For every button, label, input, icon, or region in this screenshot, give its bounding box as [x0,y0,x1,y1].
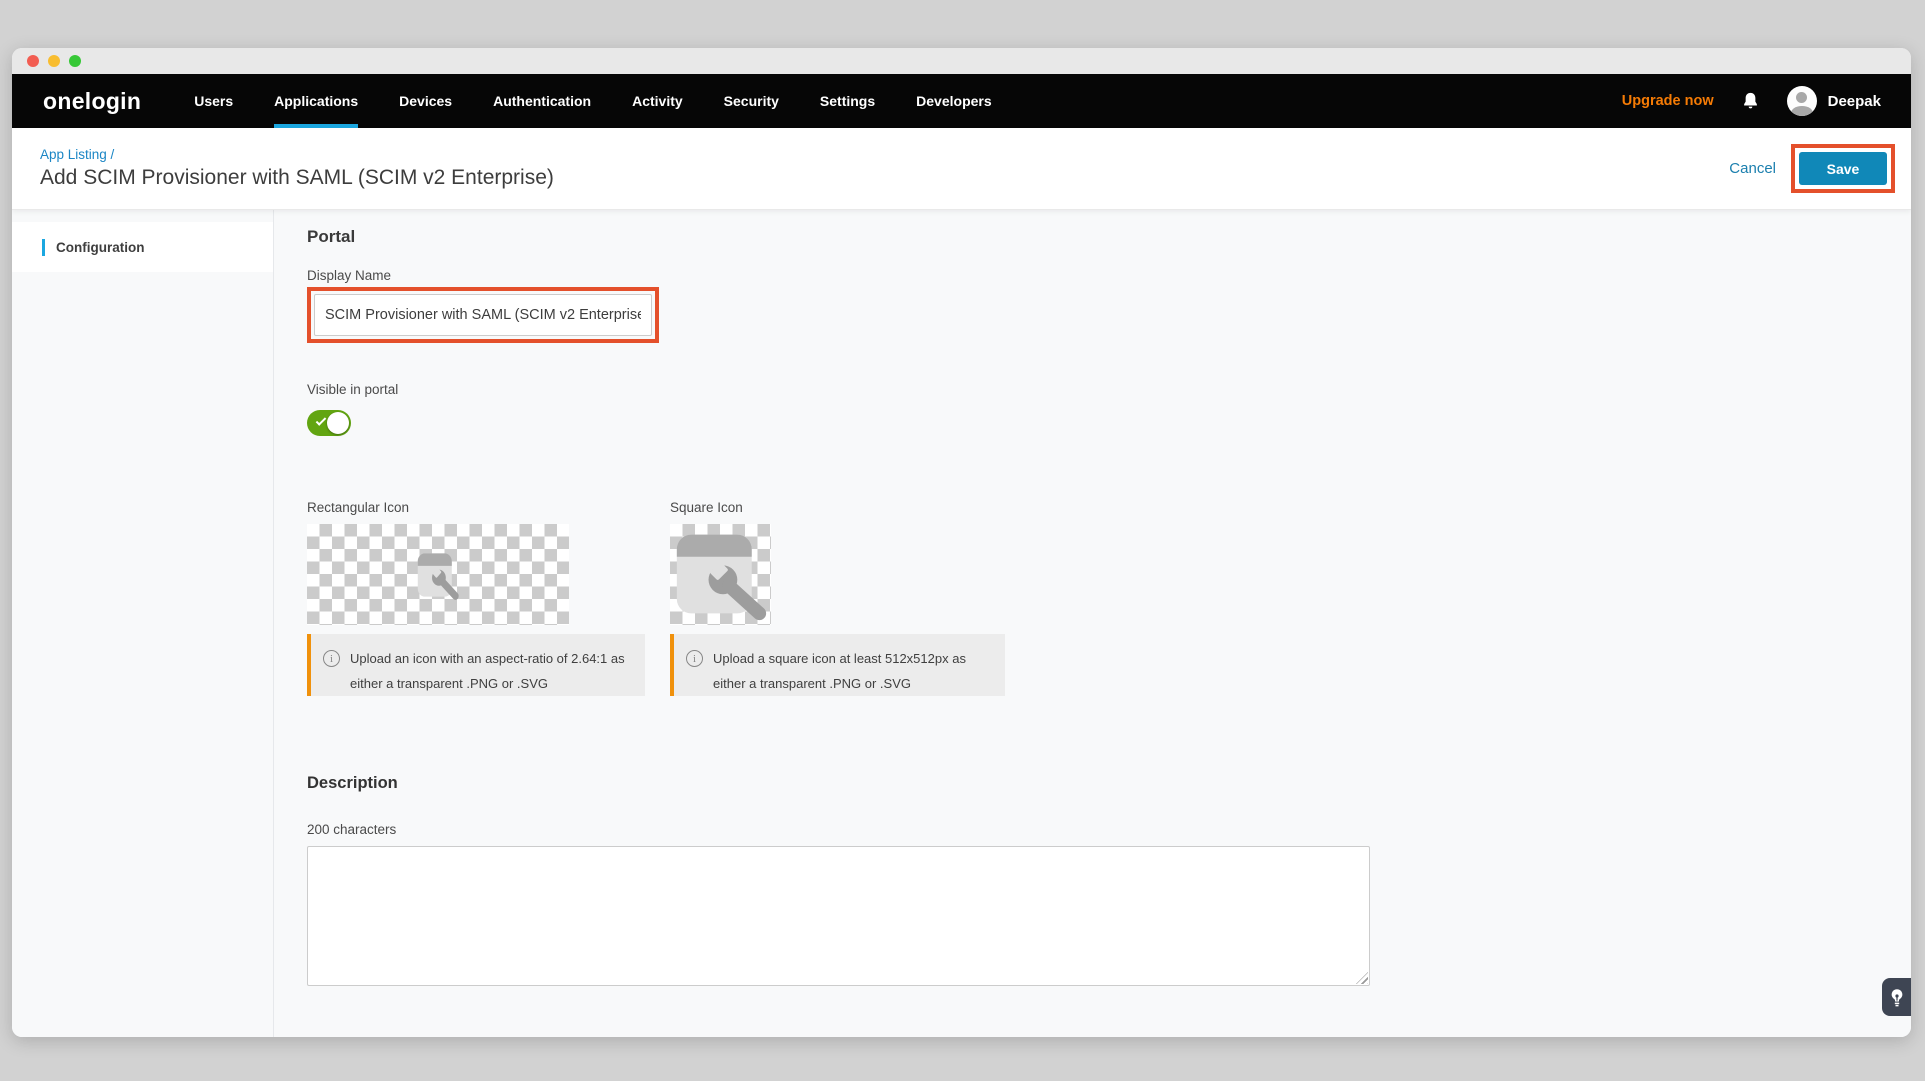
nav-tab-applications[interactable]: Applications [274,74,358,128]
primary-nav: Users Applications Devices Authenticatio… [194,74,991,128]
upgrade-now-link[interactable]: Upgrade now [1622,93,1714,109]
square-icon-preview[interactable] [670,524,771,625]
page-header: App Listing / Add SCIM Provisioner with … [12,128,1911,210]
page-title: Add SCIM Provisioner with SAML (SCIM v2 … [40,166,554,190]
bell-icon-glyph [1742,92,1759,110]
icon-upload-row: Rectangular Icon Upload an icon with an … [307,500,1871,696]
settings-sidebar: Configuration [12,210,274,1037]
notifications-bell-icon[interactable] [1742,92,1759,110]
rectangular-icon-label: Rectangular Icon [307,500,645,515]
check-icon [316,415,327,426]
nav-tab-devices[interactable]: Devices [399,74,452,128]
square-icon-hint-text: Upload a square icon at least 512x512px … [713,647,993,696]
visible-in-portal-label: Visible in portal [307,382,1871,397]
nav-tab-security[interactable]: Security [724,74,779,128]
content-area: Configuration Portal Display Name Visibl… [12,210,1911,1037]
desktop-background: { "navbar": { "logo": "onelogin", "items… [0,0,1925,1081]
header-titles: App Listing / Add SCIM Provisioner with … [40,147,554,190]
visible-in-portal-toggle[interactable] [307,410,351,436]
window-minimize-icon[interactable] [48,55,60,67]
user-name: Deepak [1828,93,1881,110]
square-icon-hint: Upload a square icon at least 512x512px … [670,634,1005,696]
sidebar-item-label: Configuration [56,240,144,255]
description-textarea[interactable] [307,846,1370,986]
toggle-knob [327,412,349,434]
user-menu[interactable]: Deepak [1787,86,1881,116]
nav-tab-users[interactable]: Users [194,74,233,128]
description-section-title: Description [307,774,1871,793]
breadcrumb[interactable]: App Listing / [40,147,554,162]
onelogin-logo: onelogin [43,88,141,115]
display-name-label: Display Name [307,268,1871,283]
nav-tab-settings[interactable]: Settings [820,74,875,128]
display-name-highlight [307,287,659,343]
user-avatar [1787,86,1817,116]
save-button[interactable]: Save [1799,152,1887,185]
info-icon [323,650,340,667]
app-wrench-icon [673,527,769,623]
character-count-label: 200 characters [307,822,1871,837]
window-titlebar [12,48,1911,74]
window-close-icon[interactable] [27,55,39,67]
save-button-highlight: Save [1791,144,1895,193]
portal-form: Portal Display Name Visible in portal Re… [274,210,1911,1037]
square-icon-column: Square Icon Upload a square icon at leas… [670,500,1005,696]
lightbulb-icon [1890,988,1904,1007]
sidebar-item-configuration[interactable]: Configuration [12,222,273,272]
rectangular-icon-preview[interactable] [307,524,569,625]
square-icon-label: Square Icon [670,500,1005,515]
top-navbar: onelogin Users Applications Devices Auth… [12,74,1911,128]
nav-tab-developers[interactable]: Developers [916,74,991,128]
cancel-button[interactable]: Cancel [1729,160,1776,177]
rectangular-icon-hint-text: Upload an icon with an aspect-ratio of 2… [350,647,633,696]
active-indicator [42,239,45,256]
nav-tab-activity[interactable]: Activity [632,74,683,128]
browser-window: onelogin Users Applications Devices Auth… [12,48,1911,1037]
app-wrench-icon [415,548,461,602]
rectangular-icon-column: Rectangular Icon Upload an icon with an … [307,500,645,696]
info-icon [686,650,703,667]
help-lightbulb-button[interactable] [1882,978,1911,1016]
header-actions: Cancel Save [1729,144,1895,193]
display-name-input[interactable] [314,294,652,336]
rectangular-icon-hint: Upload an icon with an aspect-ratio of 2… [307,634,645,696]
nav-tab-authentication[interactable]: Authentication [493,74,591,128]
navbar-right: Upgrade now Deepak [1622,74,1881,128]
description-field-wrap [307,846,1370,986]
window-zoom-icon[interactable] [69,55,81,67]
portal-section-title: Portal [307,227,1871,247]
